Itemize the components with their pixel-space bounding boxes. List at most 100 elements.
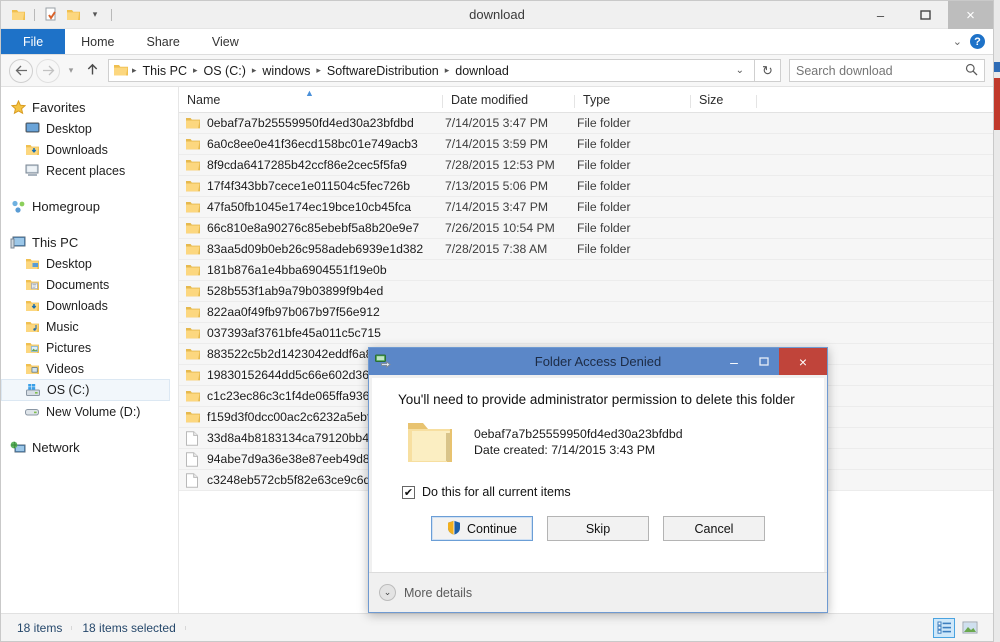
forward-button[interactable] [36, 59, 60, 83]
column-header-type[interactable]: Type [575, 93, 691, 112]
file-name-cell: 66c810e8a90276c85ebebf5a8b20e9e7 [179, 221, 443, 236]
file-date-cell: 7/14/2015 3:59 PM [443, 137, 575, 151]
file-name-label: c1c23ec86c3c1f4de065ffa936b [207, 389, 376, 403]
tab-file[interactable]: File [1, 29, 65, 54]
table-row[interactable]: 47fa50fb1045e174ec19bce10cb45fca7/14/201… [179, 197, 993, 218]
table-row[interactable]: 822aa0f49fb97b067b97f56e912 [179, 302, 993, 323]
tab-view[interactable]: View [196, 29, 255, 54]
navigation-pane[interactable]: Favorites Desktop Downloads Recent place… [1, 87, 179, 613]
cancel-button[interactable]: Cancel [663, 516, 765, 541]
table-row[interactable]: 8f9cda6417285b42ccf86e2cec5f5fa97/28/201… [179, 155, 993, 176]
tab-home[interactable]: Home [65, 29, 130, 54]
search-icon[interactable] [965, 63, 978, 79]
more-details-link[interactable]: More details [404, 586, 472, 600]
dialog-title-bar: Folder Access Denied – × [369, 348, 827, 375]
details-view-button[interactable] [933, 618, 955, 638]
file-name-label: 17f4f343bb7cece1e011504c5fec726b [207, 179, 410, 193]
sidebar-item-label: Downloads [46, 299, 108, 313]
sidebar-group-label: Network [32, 440, 80, 455]
folder-icon [185, 158, 202, 173]
breadcrumb: ▸ This PC ▸ OS (C:) ▸ windows ▸ Software… [131, 64, 730, 78]
sidebar-item-music[interactable]: Music [1, 316, 178, 337]
file-name-label: 528b553f1ab9a79b03899f9b4ed [207, 284, 383, 298]
column-header-row: Name Date modified Type Size ▲ [179, 87, 993, 113]
chevron-down-icon[interactable]: ⌄ [953, 35, 962, 48]
view-toggle-group [933, 618, 987, 638]
minimize-button[interactable]: – [858, 1, 903, 29]
sidebar-group-homegroup[interactable]: Homegroup [1, 196, 178, 217]
column-divider-size[interactable] [756, 95, 757, 108]
column-header-date-modified[interactable]: Date modified [443, 93, 575, 112]
sidebar-item-documents[interactable]: Documents [1, 274, 178, 295]
sidebar-item-os-c[interactable]: OS (C:) [1, 379, 170, 401]
skip-button[interactable]: Skip [547, 516, 649, 541]
status-item-count: 18 items [7, 621, 72, 635]
dialog-folder-meta: 0ebaf7a7b25559950fd4ed30a23bfdbd Date cr… [474, 419, 683, 458]
do-this-for-all-checkbox[interactable]: ✔ Do this for all current items [402, 485, 798, 499]
back-button[interactable] [9, 59, 33, 83]
search-box[interactable] [789, 59, 985, 82]
recent-locations-icon[interactable]: ▾ [63, 65, 79, 76]
customize-qat-icon[interactable]: ▾ [86, 6, 104, 24]
music-folder-icon [23, 319, 41, 335]
table-row[interactable]: 528b553f1ab9a79b03899f9b4ed [179, 281, 993, 302]
large-icons-view-button[interactable] [959, 618, 981, 638]
dialog-maximize-button[interactable] [749, 348, 779, 375]
file-name-label: 037393af3761bfe45a011c5c715 [207, 326, 381, 340]
table-row[interactable]: 6a0c8ee0e41f36ecd158bc01e749acb37/14/201… [179, 134, 993, 155]
refresh-button[interactable]: ↻ [755, 59, 781, 82]
breadcrumb-item-windows[interactable]: windows [257, 64, 315, 78]
chevron-down-icon[interactable]: ⌄ [379, 584, 396, 601]
sidebar-item-desktop[interactable]: Desktop [1, 253, 178, 274]
table-row[interactable]: 037393af3761bfe45a011c5c715 [179, 323, 993, 344]
folder-access-denied-dialog: Folder Access Denied – × You'll need to … [368, 347, 828, 613]
status-selection-count: 18 items selected [72, 621, 185, 635]
sidebar-group-label: Favorites [32, 100, 85, 115]
close-button[interactable]: × [948, 1, 993, 29]
window-title: download [1, 7, 993, 22]
table-row[interactable]: 181b876a1e4bba6904551f19e0b [179, 260, 993, 281]
table-row[interactable]: 66c810e8a90276c85ebebf5a8b20e9e77/26/201… [179, 218, 993, 239]
sidebar-group-this-pc[interactable]: This PC [1, 232, 178, 253]
help-icon[interactable]: ? [970, 34, 985, 49]
sidebar-group-favorites[interactable]: Favorites [1, 97, 178, 118]
breadcrumb-item-download[interactable]: download [450, 64, 514, 78]
sidebar-item-videos[interactable]: Videos [1, 358, 178, 379]
dialog-minimize-button[interactable]: – [719, 348, 749, 375]
sidebar-item-downloads-fav[interactable]: Downloads [1, 139, 178, 160]
sidebar-item-desktop-fav[interactable]: Desktop [1, 118, 178, 139]
qat-separator [34, 9, 35, 21]
sidebar-item-new-volume-d[interactable]: New Volume (D:) [1, 401, 178, 422]
checkbox-box[interactable]: ✔ [402, 486, 415, 499]
background-red-strip [994, 78, 1000, 130]
window-controls: – × [858, 1, 993, 28]
new-folder-icon[interactable] [64, 6, 82, 24]
downloads-folder-icon [23, 298, 41, 314]
sidebar-item-downloads[interactable]: Downloads [1, 295, 178, 316]
continue-button[interactable]: Continue [431, 516, 533, 541]
breadcrumb-item-this-pc[interactable]: This PC [138, 64, 192, 78]
sidebar-item-label: Documents [46, 278, 109, 292]
file-date-cell: 7/14/2015 3:47 PM [443, 116, 575, 130]
maximize-button[interactable] [903, 1, 948, 29]
column-header-size[interactable]: Size [691, 93, 757, 112]
breadcrumb-item-os-c[interactable]: OS (C:) [199, 64, 251, 78]
explorer-body: Favorites Desktop Downloads Recent place… [1, 87, 993, 613]
dialog-close-button[interactable]: × [779, 348, 827, 375]
tab-share[interactable]: Share [131, 29, 196, 54]
table-row[interactable]: 83aa5d09b0eb26c958adeb6939e1d3827/28/201… [179, 239, 993, 260]
breadcrumb-item-softwaredistribution[interactable]: SoftwareDistribution [322, 64, 444, 78]
up-button[interactable] [82, 63, 102, 79]
network-icon [9, 440, 27, 456]
sidebar-group-network[interactable]: Network [1, 437, 178, 458]
properties-icon[interactable] [42, 6, 60, 24]
table-row[interactable]: 17f4f343bb7cece1e011504c5fec726b7/13/201… [179, 176, 993, 197]
table-row[interactable]: 0ebaf7a7b25559950fd4ed30a23bfdbd7/14/201… [179, 113, 993, 134]
folder-icon[interactable] [9, 6, 27, 24]
sidebar-item-recent-places[interactable]: Recent places [1, 160, 178, 181]
breadcrumb-bar[interactable]: ▸ This PC ▸ OS (C:) ▸ windows ▸ Software… [108, 59, 755, 82]
search-input[interactable] [796, 64, 965, 78]
sidebar-item-pictures[interactable]: Pictures [1, 337, 178, 358]
breadcrumb-dropdown-icon[interactable]: ⌄ [730, 65, 750, 76]
sidebar-item-label: Desktop [46, 257, 92, 271]
